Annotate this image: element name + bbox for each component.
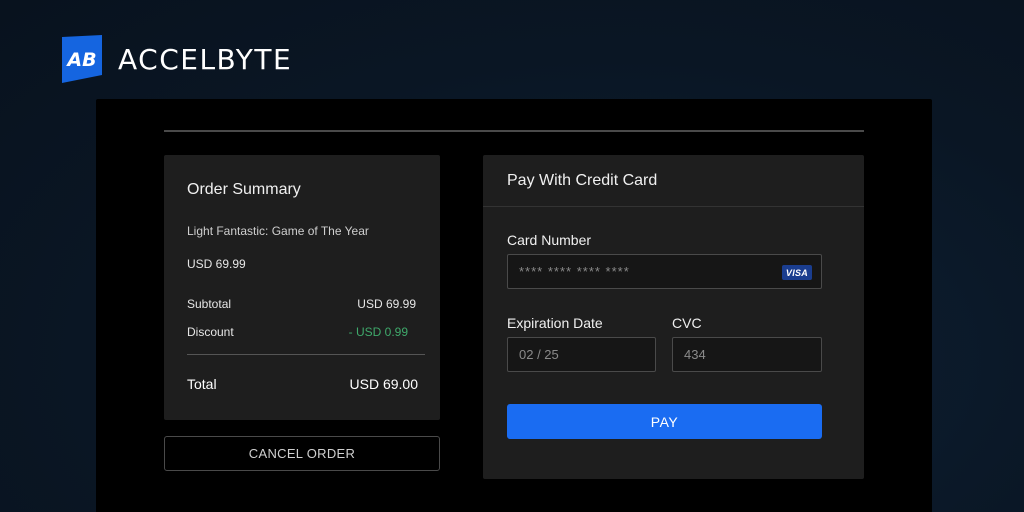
discount-row: Discount - USD 0.99: [187, 325, 416, 339]
cvc-input[interactable]: [672, 337, 822, 372]
subtotal-label: Subtotal: [187, 297, 232, 311]
summary-divider: [187, 354, 425, 355]
order-summary-title: Order Summary: [187, 181, 301, 198]
top-divider: [164, 130, 864, 132]
total-row: Total USD 69.00: [187, 376, 418, 392]
total-value: USD 69.00: [349, 376, 418, 392]
subtotal-value: USD 69.99: [357, 297, 416, 311]
expiration-date-input[interactable]: [507, 337, 656, 372]
checkout-window: Order Summary Light Fantastic: Game of T…: [96, 99, 932, 512]
subtotal-row: Subtotal USD 69.99: [187, 297, 416, 311]
card-number-label: Card Number: [507, 232, 592, 248]
visa-card-brand-icon: VISA: [782, 265, 812, 280]
order-summary-card: Order Summary Light Fantastic: Game of T…: [164, 155, 440, 420]
product-price: USD 69.99: [187, 257, 246, 271]
discount-value: - USD 0.99: [348, 325, 408, 339]
brand-header: AB ACCELBYTE: [62, 35, 292, 83]
card-number-input[interactable]: [507, 254, 822, 289]
cancel-order-button[interactable]: CANCEL ORDER: [164, 436, 440, 471]
brand-name: ACCELBYTE: [118, 42, 293, 76]
pay-button[interactable]: PAY: [507, 404, 822, 439]
product-name: Light Fantastic: Game of The Year: [187, 224, 369, 238]
expiration-date-label: Expiration Date: [507, 315, 603, 331]
credit-card-payment-card: Pay With Credit Card Card Number VISA Ex…: [483, 155, 864, 479]
svg-text:AB: AB: [65, 49, 96, 71]
page: AB ACCELBYTE Order Summary Light Fantast…: [0, 0, 1024, 512]
accelbyte-logo-icon: AB: [62, 35, 102, 83]
total-label: Total: [187, 376, 217, 392]
payment-title: Pay With Credit Card: [483, 155, 864, 207]
discount-label: Discount: [187, 325, 234, 339]
cvc-label: CVC: [672, 315, 702, 331]
